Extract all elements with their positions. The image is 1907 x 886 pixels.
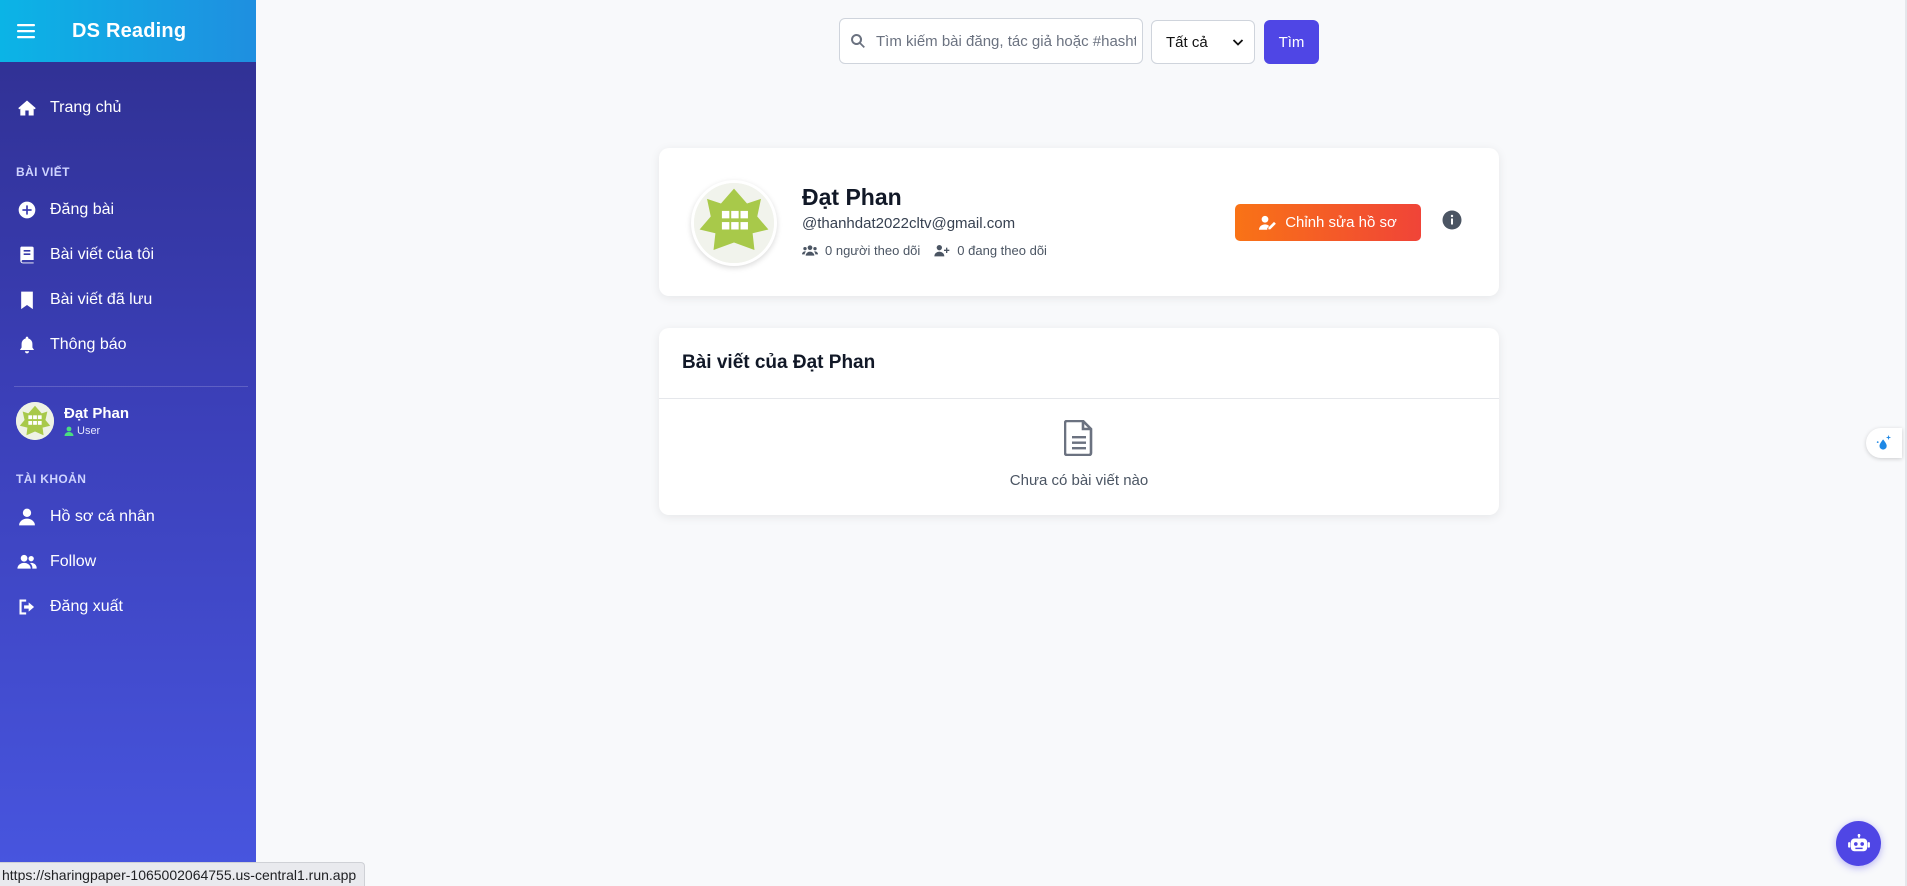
sidebar-item-label: Bài viết đã lưu	[50, 291, 153, 308]
posts-card: Bài viết của Đạt Phan Chưa có bài viết n…	[659, 328, 1499, 515]
users-icon	[802, 244, 818, 256]
sidebar-item-my-posts[interactable]: Bài viết của tôi	[0, 233, 256, 277]
search-box	[839, 18, 1143, 64]
sidebar-item-label: Trang chủ	[50, 99, 122, 116]
sidebar-item-label: Hồ sơ cá nhân	[50, 508, 155, 525]
sidebar-divider	[14, 386, 248, 387]
sidebar-item-profile[interactable]: Hồ sơ cá nhân	[0, 495, 256, 539]
sidebar-item-saved-posts[interactable]: Bài viết đã lưu	[0, 278, 256, 322]
following-label: 0 đang theo dõi	[957, 243, 1047, 258]
sidebar-user-name: Đạt Phan	[64, 405, 130, 422]
posts-section-title: Bài viết của Đạt Phan	[682, 352, 876, 373]
search-filter-value: Tất cả	[1166, 33, 1208, 51]
profile-card: Đạt Phan @thanhdat2022cltv@gmail.com 0 n…	[659, 148, 1499, 296]
posts-divider	[659, 398, 1499, 399]
sidebar-item-label: Đăng xuất	[50, 598, 123, 615]
side-widget-tab[interactable]	[1866, 428, 1902, 458]
search-filter-select[interactable]: Tất cả	[1151, 20, 1255, 64]
home-icon	[16, 97, 38, 119]
sidebar-user-role: User	[64, 425, 129, 437]
profile-avatar	[691, 180, 777, 266]
bell-icon	[16, 334, 38, 356]
sidebar: DS Reading Trang chủ BÀI VIẾT Đăng bài B…	[0, 0, 256, 886]
hamburger-icon	[17, 24, 35, 39]
status-bar-url: https://sharingpaper-1065002064755.us-ce…	[0, 862, 366, 886]
robot-icon	[1847, 833, 1870, 851]
chatbot-button[interactable]	[1836, 821, 1881, 866]
sidebar-item-label: Follow	[50, 553, 97, 570]
sidebar-item-label: Thông báo	[50, 336, 127, 353]
section-label-account: TÀI KHOẢN	[16, 472, 87, 486]
followers-count[interactable]: 0 người theo dõi	[802, 243, 920, 258]
water-drop-sparkle-icon	[1876, 434, 1892, 450]
sidebar-item-home[interactable]: Trang chủ	[0, 86, 256, 130]
chevron-down-icon	[1232, 39, 1244, 46]
profile-stats: 0 người theo dõi 0 đang theo dõi	[802, 243, 1061, 258]
edit-profile-label: Chỉnh sửa hồ sơ	[1285, 214, 1397, 231]
search-input[interactable]	[876, 32, 1136, 50]
sidebar-header: DS Reading	[0, 0, 256, 62]
plus-circle-icon	[16, 199, 38, 221]
avatar	[16, 402, 54, 440]
info-icon[interactable]	[1442, 210, 1462, 230]
file-text-icon	[1064, 420, 1093, 456]
sidebar-item-logout[interactable]: Đăng xuất	[0, 585, 256, 629]
sidebar-item-notifications[interactable]: Thông báo	[0, 323, 256, 367]
user-icon	[16, 506, 38, 528]
empty-posts-message: Chưa có bài viết nào	[1009, 472, 1149, 489]
edit-profile-button[interactable]: Chỉnh sửa hồ sơ	[1235, 204, 1421, 241]
sidebar-item-follow[interactable]: Follow	[0, 540, 256, 584]
section-label-posts: BÀI VIẾT	[16, 165, 70, 179]
sidebar-item-label: Đăng bài	[50, 201, 115, 218]
following-count[interactable]: 0 đang theo dõi	[934, 243, 1047, 258]
users-icon	[16, 551, 38, 573]
search-icon	[851, 34, 865, 48]
user-small-icon	[64, 426, 74, 436]
profile-email: @thanhdat2022cltv@gmail.com	[802, 215, 1016, 232]
profile-name: Đạt Phan	[802, 184, 902, 210]
sidebar-user-role-label: User	[77, 425, 101, 437]
sidebar-user-card[interactable]: Đạt Phan User	[16, 402, 129, 440]
search-button[interactable]: Tìm	[1264, 20, 1319, 64]
book-icon	[16, 244, 38, 266]
sidebar-item-label: Bài viết của tôi	[50, 246, 155, 263]
logout-icon	[16, 596, 38, 618]
brand-logo-text[interactable]: DS Reading	[72, 20, 186, 43]
followers-label: 0 người theo dõi	[825, 243, 921, 258]
menu-toggle-button[interactable]	[0, 0, 52, 62]
bookmark-icon	[16, 289, 38, 311]
user-plus-icon	[934, 244, 950, 256]
user-edit-icon	[1259, 215, 1277, 230]
sidebar-item-new-post[interactable]: Đăng bài	[0, 188, 256, 232]
